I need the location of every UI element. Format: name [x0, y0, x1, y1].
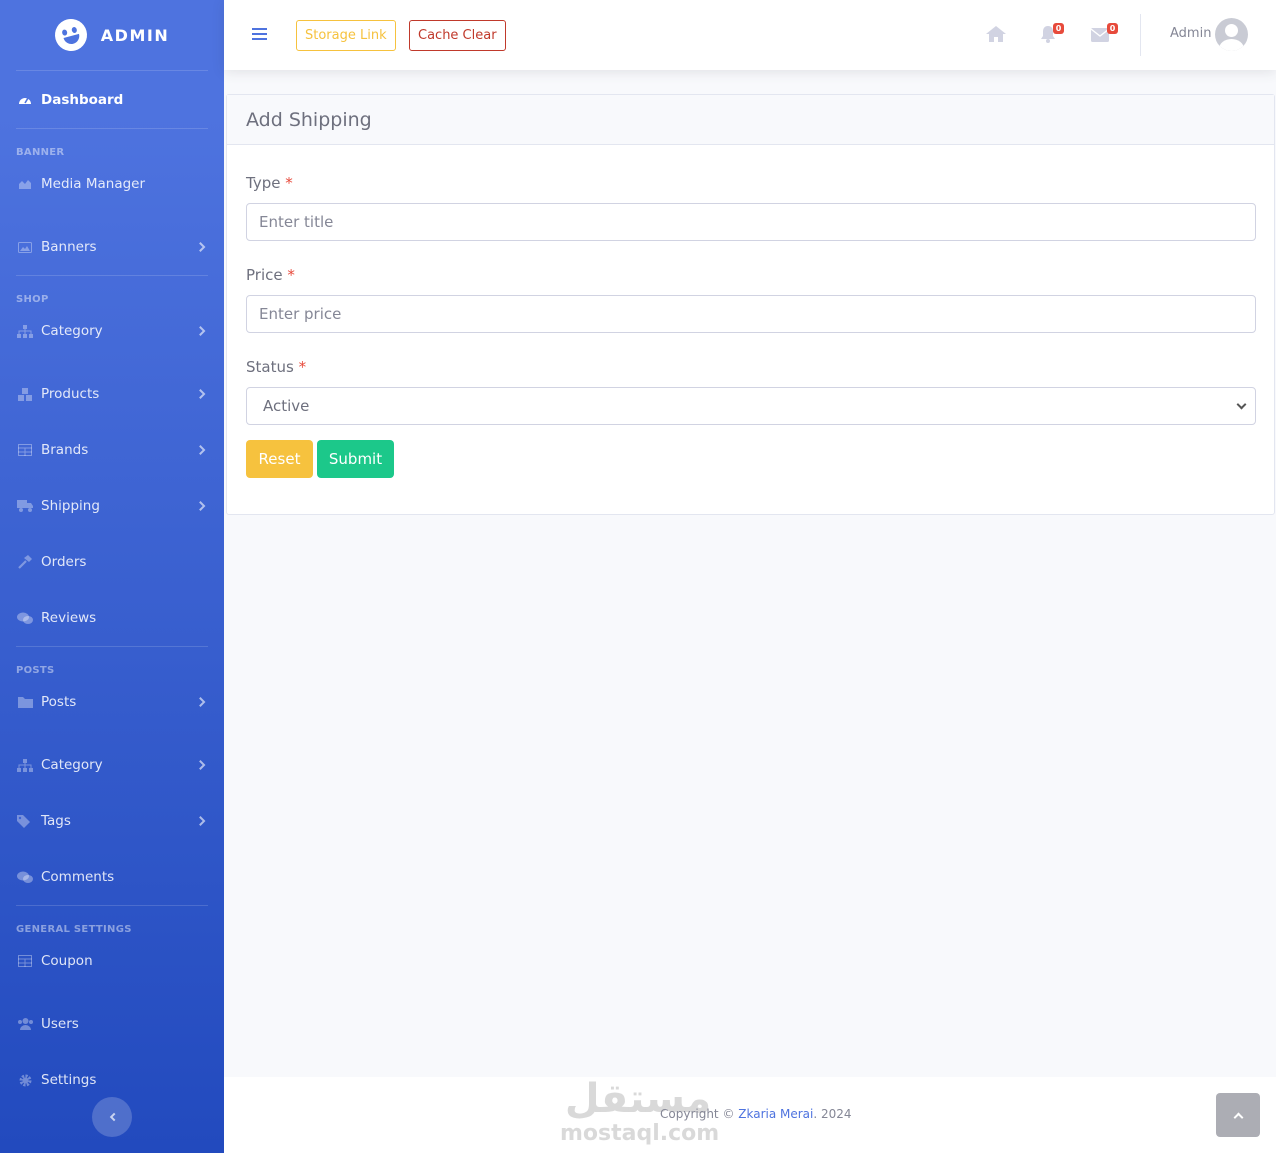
messages-count-badge: 0	[1107, 23, 1118, 34]
status-selected-value: Active	[263, 397, 310, 415]
sidebar-item-label: Posts	[41, 694, 77, 710]
sidebar-heading-posts: Posts	[16, 665, 55, 676]
sidebar-item-label: Shipping	[41, 498, 100, 514]
sidebar-item-label: Dashboard	[41, 91, 124, 108]
sidebar-heading-general-settings: General Settings	[16, 924, 132, 935]
sidebar-brand[interactable]: ADMIN	[0, 0, 224, 70]
topbar: Storage Link Cache Clear 0 0 Admin	[224, 0, 1276, 70]
sidebar-item-banners[interactable]: Banners	[0, 219, 224, 275]
sidebar-item-label: Comments	[41, 869, 115, 885]
price-input[interactable]	[246, 295, 1256, 333]
storage-link-button[interactable]: Storage Link	[296, 20, 396, 51]
sidebar: ADMIN Dashboard Banner Media Manager Ban…	[0, 0, 224, 1153]
laugh-wink-icon	[51, 15, 91, 55]
tachometer-icon	[16, 93, 34, 107]
messages-envelope-icon[interactable]: 0	[1090, 23, 1118, 44]
chevron-right-icon	[195, 326, 206, 336]
status-label: Status *	[246, 358, 307, 376]
comments-icon	[16, 611, 34, 625]
sidebar-item-label: Category	[41, 757, 103, 773]
chevron-right-icon	[195, 816, 206, 826]
topbar-divider	[1140, 14, 1141, 56]
sidebar-heading-shop: Shop	[16, 294, 49, 305]
sidebar-item-label: Settings	[41, 1072, 97, 1088]
chevron-right-icon	[195, 501, 206, 511]
home-icon[interactable]	[986, 26, 1006, 44]
sitemap-icon	[16, 324, 34, 338]
sidebar-item-reviews[interactable]: Reviews	[0, 590, 224, 646]
sidebar-item-coupon[interactable]: Coupon	[0, 940, 224, 982]
chevron-left-icon	[109, 1112, 118, 1122]
type-label: Type *	[246, 174, 293, 192]
hammer-icon	[16, 555, 34, 569]
footer: مستقل mostaql.com Copyright © Zkaria Mer…	[224, 1076, 1276, 1153]
sidebar-item-products[interactable]: Products	[0, 366, 224, 422]
sidebar-item-label: Orders	[41, 554, 87, 570]
folder-icon	[16, 695, 34, 709]
sidebar-item-tags[interactable]: Tags	[0, 793, 224, 849]
copyright-text: Copyright © Zkaria Merai. 2024	[660, 1107, 852, 1121]
comments-icon	[16, 870, 34, 884]
sidebar-item-label: Coupon	[41, 953, 93, 969]
sidebar-item-label: Tags	[41, 813, 71, 829]
user-name[interactable]: Admin	[1170, 26, 1211, 41]
sidebar-item-category[interactable]: Category	[0, 310, 224, 352]
price-label: Price *	[246, 266, 295, 284]
cache-clear-button[interactable]: Cache Clear	[409, 20, 506, 51]
type-input[interactable]	[246, 203, 1256, 241]
sidebar-item-label: Media Manager	[41, 176, 146, 192]
sidebar-item-label: Users	[41, 1016, 79, 1032]
sidebar-item-label: Banners	[41, 239, 97, 255]
cog-icon	[16, 1073, 34, 1087]
alerts-count-badge: 0	[1053, 23, 1064, 34]
users-icon	[16, 1017, 34, 1031]
image-icon	[16, 240, 34, 254]
sidebar-item-label: Reviews	[41, 610, 97, 626]
sitemap-icon	[16, 758, 34, 772]
author-link[interactable]: Zkaria Merai	[738, 1107, 813, 1121]
sidebar-item-orders[interactable]: Orders	[0, 534, 224, 590]
sidebar-item-media-manager[interactable]: Media Manager	[0, 163, 224, 205]
sidebar-item-comments[interactable]: Comments	[0, 849, 224, 905]
sidebar-item-brands[interactable]: Brands	[0, 422, 224, 478]
cubes-icon	[16, 387, 34, 401]
chevron-right-icon	[195, 389, 206, 399]
submit-button[interactable]: Submit	[317, 440, 394, 478]
sidebar-item-post-category[interactable]: Category	[0, 737, 224, 793]
sidebar-heading-banner: Banner	[16, 147, 65, 158]
sidebar-item-label: Products	[41, 386, 100, 402]
page-title: Add Shipping	[227, 95, 1274, 145]
add-shipping-card: Add Shipping Type * Price * Status * Act…	[226, 94, 1275, 515]
sidebar-item-label: Category	[41, 323, 103, 339]
truck-icon	[16, 499, 34, 513]
table-icon	[16, 443, 34, 457]
chevron-up-icon	[1233, 1112, 1243, 1122]
tags-icon	[16, 814, 34, 828]
chevron-right-icon	[195, 445, 206, 455]
alerts-bell-icon[interactable]: 0	[1040, 23, 1064, 44]
chevron-right-icon	[195, 760, 206, 770]
menu-toggle-icon[interactable]	[252, 28, 267, 40]
chevron-right-icon	[195, 697, 206, 707]
sidebar-toggle-button[interactable]	[92, 1097, 132, 1137]
sidebar-item-users[interactable]: Users	[0, 996, 224, 1052]
scroll-to-top-button[interactable]	[1216, 1093, 1260, 1137]
sidebar-item-dashboard[interactable]: Dashboard	[0, 71, 224, 128]
chart-area-icon	[16, 177, 34, 191]
reset-button[interactable]: Reset	[246, 440, 313, 478]
table-icon	[16, 954, 34, 968]
sidebar-item-posts[interactable]: Posts	[0, 681, 224, 723]
chevron-down-icon	[1236, 399, 1247, 409]
avatar[interactable]	[1215, 18, 1248, 51]
sidebar-item-shipping[interactable]: Shipping	[0, 478, 224, 534]
status-select[interactable]: Active	[246, 387, 1256, 425]
chevron-right-icon	[195, 242, 206, 252]
sidebar-item-label: Brands	[41, 442, 89, 458]
brand-name: ADMIN	[100, 25, 170, 45]
